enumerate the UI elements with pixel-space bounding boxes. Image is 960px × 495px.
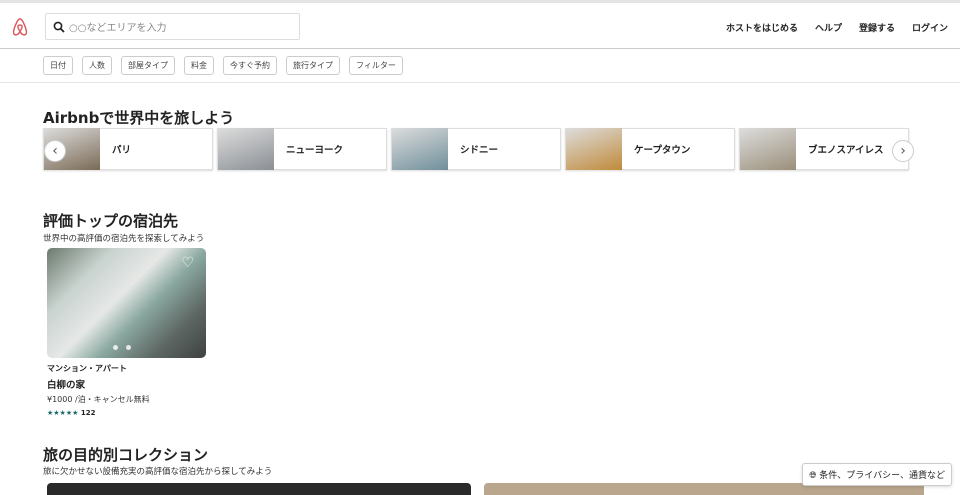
review-count: 122 — [80, 409, 96, 417]
filter-dates[interactable]: 日付 — [43, 56, 73, 75]
city-card[interactable]: シドニー — [391, 128, 561, 170]
city-card[interactable]: ニューヨーク — [217, 128, 387, 170]
listing-card[interactable]: ♡ マンション・アパート 白柳の家 ¥1000 /泊・キャンセル無料 ★★★★★… — [47, 248, 206, 417]
explore-title: Airbnbで世界中を旅しよう — [43, 109, 235, 127]
city-name: ニューヨーク — [286, 145, 344, 156]
footer-links-button[interactable]: 🌐︎ 条件、プライバシー、通貨など — [802, 463, 952, 486]
filter-guests[interactable]: 人数 — [82, 56, 112, 75]
city-carousel: パリ ニューヨーク シドニー ケープタウン ブエノスアイレス — [43, 128, 909, 170]
chevron-left-icon: ‹ — [52, 143, 58, 159]
star-rating-icon: ★★★★★ — [47, 409, 79, 417]
collection-card[interactable] — [47, 483, 471, 495]
airbnb-logo-icon[interactable] — [11, 17, 29, 37]
heart-icon[interactable]: ♡ — [181, 255, 194, 271]
header: ○○などエリアを入力 ホストをはじめる ヘルプ 登録する ログイン — [0, 3, 960, 49]
city-image — [392, 128, 448, 170]
search-icon — [53, 21, 65, 33]
city-card[interactable]: ケープタウン — [565, 128, 735, 170]
collections-subtitle: 旅に欠かせない設備充実の高評価な宿泊先から探してみよう — [43, 467, 273, 477]
listing-name: 白柳の家 — [47, 380, 86, 391]
globe-icon: 🌐︎ — [809, 471, 817, 481]
listing-type: マンション・アパート — [47, 364, 127, 373]
listing-rating: ★★★★★ 122 — [47, 409, 206, 417]
carousel-next-button[interactable]: › — [892, 140, 914, 162]
chevron-right-icon: › — [900, 143, 906, 159]
carousel-prev-button[interactable]: ‹ — [44, 140, 66, 162]
filter-price[interactable]: 料金 — [184, 56, 214, 75]
nav-host[interactable]: ホストをはじめる — [726, 21, 798, 34]
nav-login[interactable]: ログイン — [912, 21, 948, 34]
listing-price: ¥1000 /泊・キャンセル無料 — [47, 395, 150, 404]
city-name: パリ — [112, 145, 132, 156]
city-image — [566, 128, 622, 170]
filter-room-type[interactable]: 部屋タイプ — [121, 56, 175, 75]
filter-trip-type[interactable]: 旅行タイプ — [286, 56, 340, 75]
city-name: シドニー — [460, 145, 499, 156]
filter-bar: 日付 人数 部屋タイプ 料金 今すぐ予約 旅行タイプ フィルター — [0, 49, 960, 83]
collections-title: 旅の目的別コレクション — [43, 446, 209, 464]
listing-photo[interactable]: ♡ — [47, 248, 206, 358]
city-card[interactable]: パリ — [43, 128, 213, 170]
city-name: ブエノスアイレス — [808, 145, 884, 156]
photo-dots — [113, 345, 131, 350]
top-nav: ホストをはじめる ヘルプ 登録する ログイン — [726, 21, 948, 34]
nav-help[interactable]: ヘルプ — [815, 21, 842, 34]
filter-more[interactable]: フィルター — [349, 56, 403, 75]
search-placeholder: ○○などエリアを入力 — [69, 23, 167, 34]
nav-signup[interactable]: 登録する — [859, 21, 895, 34]
top-rated-title: 評価トップの宿泊先 — [43, 212, 179, 230]
city-card[interactable]: ブエノスアイレス — [739, 128, 909, 170]
top-rated-subtitle: 世界中の高評価の宿泊先を探索してみよう — [43, 234, 205, 244]
footer-label: 条件、プライバシー、通貨など — [819, 471, 945, 481]
filter-instant-book[interactable]: 今すぐ予約 — [223, 56, 277, 75]
city-image — [740, 128, 796, 170]
city-image — [218, 128, 274, 170]
search-input[interactable]: ○○などエリアを入力 — [45, 13, 300, 40]
city-name: ケープタウン — [634, 145, 691, 156]
